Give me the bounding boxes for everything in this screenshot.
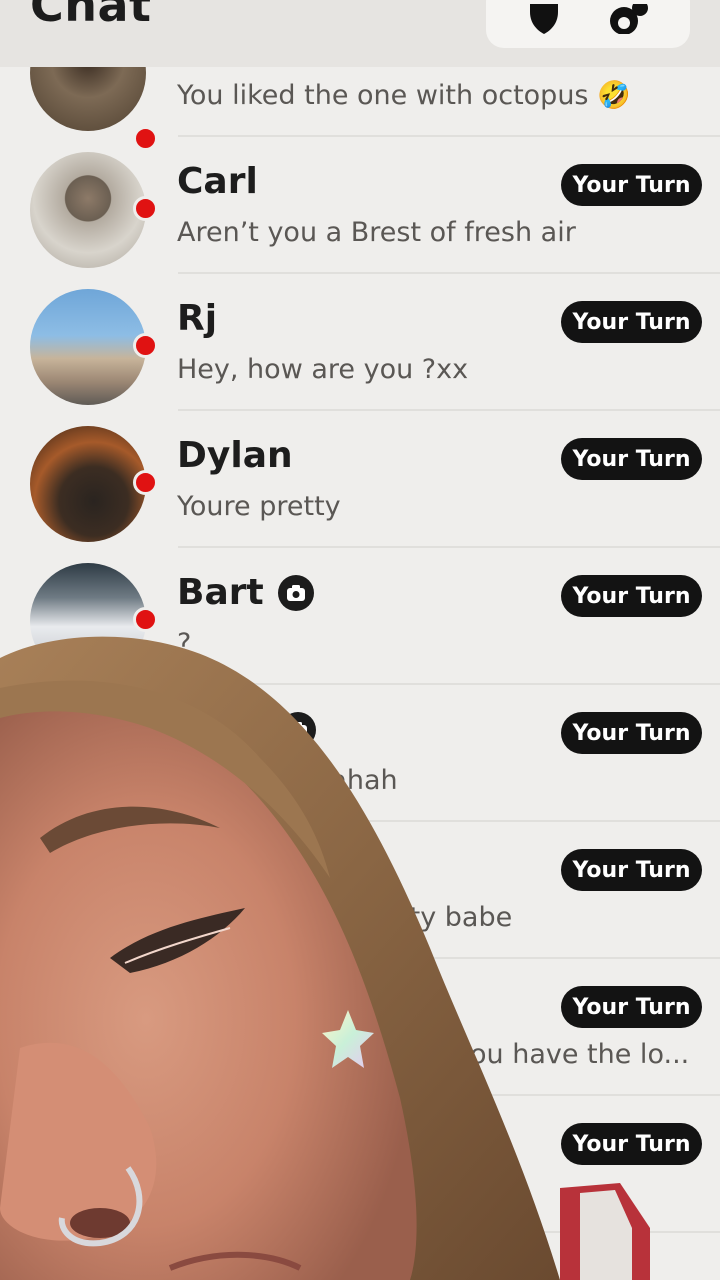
unread-dot <box>133 333 158 358</box>
your-turn-badge[interactable]: Your Turn <box>561 301 702 343</box>
your-turn-badge[interactable]: Your Turn <box>561 438 702 480</box>
your-turn-badge[interactable]: Your Turn <box>561 575 702 617</box>
page-title: Chat <box>30 0 152 32</box>
avatar <box>30 152 146 268</box>
chat-preview: Hey, how are you ?xx <box>177 354 469 385</box>
chat-row-dylan[interactable]: Dylan Your Turn Youre pretty <box>0 411 720 548</box>
app-header: Chat <box>0 0 720 67</box>
chat-preview: You liked the one with octopus 🤣 <box>177 80 631 111</box>
unread-dot <box>133 470 158 495</box>
chat-name: Dylan <box>177 435 293 476</box>
avatar <box>30 289 146 405</box>
selfie-photo-overlay <box>0 628 720 1280</box>
profile-icon[interactable] <box>606 4 650 34</box>
chat-row-rj[interactable]: Rj Your Turn Hey, how are you ?xx <box>0 274 720 411</box>
chat-preview: Aren’t you a Brest of fresh air <box>177 217 576 248</box>
chat-name: Carl <box>177 161 258 202</box>
camera-icon <box>277 574 314 611</box>
selfie-image <box>0 636 650 1280</box>
avatar <box>30 426 146 542</box>
chat-row-carl[interactable]: Carl Your Turn Aren’t you a Brest of fre… <box>0 137 720 274</box>
chat-name: Rj <box>177 298 218 339</box>
shield-icon[interactable] <box>522 4 566 34</box>
your-turn-badge[interactable]: Your Turn <box>561 164 702 206</box>
header-actions <box>486 0 690 48</box>
chat-name: Bart <box>177 572 314 613</box>
unread-dot <box>133 196 158 221</box>
chat-preview: Youre pretty <box>177 491 341 522</box>
